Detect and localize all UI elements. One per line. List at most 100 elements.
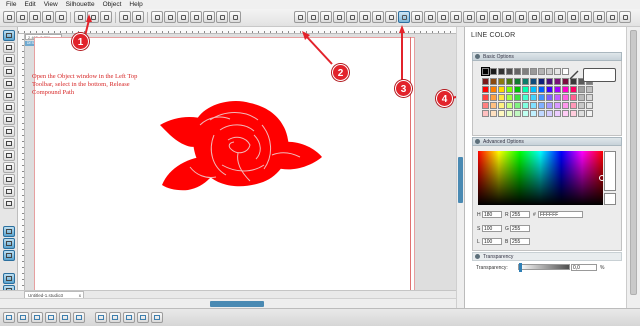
color-swatch[interactable] [586,94,593,101]
color-swatch[interactable] [562,94,569,101]
color-swatch[interactable] [530,78,537,85]
color-swatch[interactable] [498,102,505,109]
color-swatch[interactable] [538,86,545,93]
color-swatch[interactable] [482,110,489,117]
send-back-icon[interactable] [109,312,121,323]
scroll-thumb[interactable] [630,30,637,295]
color-swatch[interactable] [522,68,529,75]
compound-path-icon[interactable] [59,312,71,323]
color-swatch[interactable] [578,102,585,109]
color-swatch[interactable] [482,78,489,85]
color-swatch[interactable] [490,102,497,109]
color-swatch[interactable] [554,110,561,117]
color-swatch[interactable] [498,68,505,75]
bring-front-icon[interactable] [95,312,107,323]
color-swatch[interactable] [570,86,577,93]
color-swatch[interactable] [546,78,553,85]
color-swatch[interactable] [522,102,529,109]
weld-icon[interactable] [123,312,135,323]
transparency-slider[interactable] [518,263,570,272]
delete-icon[interactable] [17,312,29,323]
color-swatch[interactable] [498,110,505,117]
color-swatch[interactable] [506,78,513,85]
eyedropper-icon[interactable] [568,70,580,80]
color-swatch[interactable] [514,102,521,109]
hex-field[interactable]: FFFFFF [538,211,583,218]
align-bottom-icon[interactable] [151,312,163,323]
color-swatch[interactable] [586,86,593,93]
color-swatch[interactable] [490,94,497,101]
color-swatch[interactable] [538,78,545,85]
color-swatch[interactable] [482,86,489,93]
basic-options-header[interactable]: Basic Options [472,52,622,61]
saturation-field[interactable]: 100 [482,225,502,232]
color-swatch[interactable] [538,102,545,109]
color-swatch[interactable] [530,94,537,101]
color-swatch[interactable] [490,86,497,93]
color-swatch[interactable] [546,102,553,109]
advanced-options-header[interactable]: Advanced Options [472,137,622,146]
color-swatch[interactable] [506,86,513,93]
workspace-horizontal-scrollbar[interactable] [0,298,456,308]
color-swatch[interactable] [506,110,513,117]
scroll-thumb[interactable] [458,157,463,203]
color-swatch[interactable] [506,68,513,75]
color-swatch[interactable] [554,68,561,75]
group-icon[interactable] [31,312,43,323]
color-swatch[interactable] [578,86,585,93]
red-field[interactable]: 255 [510,211,530,218]
color-swatch[interactable] [570,102,577,109]
color-swatch[interactable] [514,78,521,85]
color-swatch[interactable] [562,102,569,109]
color-swatch[interactable] [586,110,593,117]
color-swatch[interactable] [490,78,497,85]
color-swatch[interactable] [498,94,505,101]
color-swatch[interactable] [482,102,489,109]
color-swatch[interactable] [514,94,521,101]
color-swatch[interactable] [481,67,490,76]
color-spectrum[interactable] [478,151,605,205]
offset-bottom-icon[interactable] [137,312,149,323]
color-swatch[interactable] [490,68,497,75]
color-swatch[interactable] [554,94,561,101]
color-swatch[interactable] [522,94,529,101]
workspace-vertical-scrollbar[interactable] [456,27,464,308]
color-swatch[interactable] [578,94,585,101]
color-swatch[interactable] [530,110,537,117]
color-swatch[interactable] [506,94,513,101]
color-swatch[interactable] [586,102,593,109]
color-swatch[interactable] [514,68,521,75]
color-swatch[interactable] [522,78,529,85]
release-compound-icon[interactable] [73,312,85,323]
slider-knob[interactable] [519,263,522,272]
color-swatch[interactable] [546,110,553,117]
color-swatch[interactable] [482,94,489,101]
color-swatch[interactable] [554,102,561,109]
hue-field[interactable]: 180 [482,211,502,218]
ungroup-icon[interactable] [45,312,57,323]
color-swatch[interactable] [538,110,545,117]
color-swatch[interactable] [514,86,521,93]
color-swatch[interactable] [538,94,545,101]
color-swatch[interactable] [570,94,577,101]
brightness-strip[interactable] [604,151,616,191]
color-swatch[interactable] [578,110,585,117]
color-swatch[interactable] [498,86,505,93]
color-swatch[interactable] [546,94,553,101]
color-swatch[interactable] [530,68,537,75]
panel-scrollbar[interactable] [626,27,640,308]
color-swatch[interactable] [538,68,545,75]
color-swatch[interactable] [506,102,513,109]
scroll-thumb[interactable] [210,301,264,307]
green-field[interactable]: 255 [510,225,530,232]
color-swatch[interactable] [530,102,537,109]
color-swatch[interactable] [498,78,505,85]
color-swatch[interactable] [562,110,569,117]
blue-field[interactable]: 255 [510,238,530,245]
transparency-field[interactable]: 0,0 [571,264,597,271]
color-swatch[interactable] [530,86,537,93]
color-swatch[interactable] [570,110,577,117]
color-swatch[interactable] [562,86,569,93]
color-swatch[interactable] [514,110,521,117]
lightness-field[interactable]: 100 [482,238,502,245]
